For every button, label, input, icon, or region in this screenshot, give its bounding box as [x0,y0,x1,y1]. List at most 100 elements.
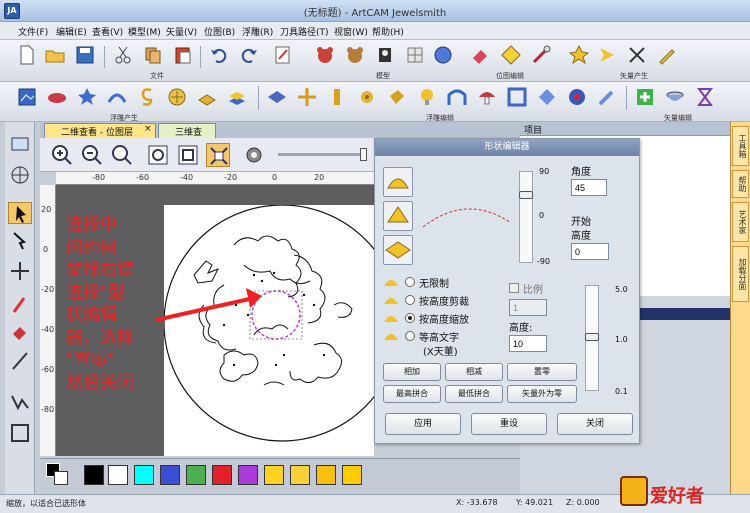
bitmap-tool-1-button[interactable] [470,44,492,66]
vector-edit-1-button[interactable] [634,86,656,108]
menu-edit[interactable]: 编辑(E) [56,25,87,38]
menu-vector[interactable]: 矢量(V) [166,25,197,38]
vector-tool-1-button[interactable] [568,44,590,66]
apply-button[interactable]: 应用 [385,413,461,435]
notes-button[interactable] [272,44,294,66]
zoom-out-button[interactable] [80,143,104,167]
relief-create-4-button[interactable] [106,86,128,108]
clip-height-radio[interactable] [405,295,415,305]
add-button[interactable]: 相加 [383,363,441,381]
pencil-tool[interactable] [8,294,32,316]
relief-edit-10-button[interactable] [536,86,558,108]
vector-tool-2-button[interactable] [596,44,618,66]
rectangle-tool[interactable] [8,422,32,444]
relief-edit-5-button[interactable] [386,86,408,108]
palette-color[interactable] [212,465,232,485]
relief-edit-6-button[interactable] [416,86,438,108]
reset-button[interactable]: 重设 [471,413,547,435]
zero-button[interactable]: 置零 [507,363,577,381]
scale-height-radio[interactable] [405,313,415,323]
close-button[interactable]: 关闭 [557,413,633,435]
new-file-button[interactable] [16,44,38,66]
relief-edit-8-button[interactable] [476,86,498,108]
line-tool[interactable] [8,350,32,372]
palette-color[interactable] [108,465,128,485]
shape-flat-button[interactable] [383,235,413,265]
cut-button[interactable] [112,44,134,66]
vector-edit-3-button[interactable] [694,86,716,108]
angle-input[interactable] [571,179,607,196]
undo-button[interactable] [208,44,230,66]
blend-slider[interactable] [278,153,366,156]
relief-create-5-button[interactable] [136,86,158,108]
paste-button[interactable] [172,44,194,66]
bitmap-tool-2-button[interactable] [500,44,522,66]
palette-color[interactable] [342,465,362,485]
node-edit-tool[interactable] [8,230,32,252]
blend-slider-thumb[interactable] [360,148,367,161]
relief-edit-12-button[interactable] [596,86,618,108]
save-button[interactable] [74,44,96,66]
vector-tool-3-button[interactable] [626,44,648,66]
palette-color[interactable] [84,465,104,485]
model-tool-4-button[interactable] [404,44,426,66]
height-slider-thumb[interactable] [585,333,599,341]
dock-tab-artist[interactable]: 艺术家 [732,202,749,242]
merge-low-button[interactable]: 最低拼合 [445,385,503,403]
menu-relief[interactable]: 浮雕(R) [242,25,273,38]
tab-3d-view[interactable]: 三维查看 [158,123,216,151]
ratio-input[interactable] [509,299,547,316]
zero-outside-vector-button[interactable]: 矢量外为零 [507,385,577,403]
height-input[interactable] [509,335,547,352]
palette-color[interactable] [160,465,180,485]
transform-tool[interactable] [8,260,32,282]
subtract-button[interactable]: 相减 [445,363,503,381]
merge-high-button[interactable]: 最高拼合 [383,385,441,403]
relief-edit-3-button[interactable] [326,86,348,108]
ratio-checkbox[interactable] [509,283,519,293]
globe-tool[interactable] [8,164,32,186]
view-3d-tool[interactable] [8,134,32,156]
palette-color[interactable] [134,465,154,485]
model-canvas[interactable] [163,204,401,456]
contour-text-radio[interactable] [405,331,415,341]
bitmap-tool-3-button[interactable] [530,44,552,66]
polyline-tool[interactable] [8,390,32,412]
model-tool-2-button[interactable] [344,44,366,66]
relief-create-8-button[interactable] [226,86,248,108]
angle-slider-thumb[interactable] [519,191,533,199]
menu-help[interactable]: 帮助(H) [372,25,404,38]
zoom-in-button[interactable] [50,143,74,167]
relief-edit-2-button[interactable] [296,86,318,108]
menu-file[interactable]: 文件(F) [18,25,48,38]
layer-settings-button[interactable] [242,143,266,167]
model-tool-1-button[interactable] [314,44,336,66]
dock-tab-load[interactable]: 加载分面 [732,246,749,302]
menu-bitmap[interactable]: 位图(B) [204,25,235,38]
relief-create-7-button[interactable] [196,86,218,108]
copy-button[interactable] [142,44,164,66]
relief-create-3-button[interactable] [76,86,98,108]
palette-color[interactable] [186,465,206,485]
relief-edit-9-button[interactable] [506,86,528,108]
relief-edit-11-button[interactable] [566,86,588,108]
menu-toolpaths[interactable]: 刀具路径(T) [280,25,329,38]
menu-model[interactable]: 模型(M) [128,25,161,38]
zoom-model-button[interactable] [146,143,170,167]
palette-color[interactable] [238,465,258,485]
zoom-box-button[interactable] [176,143,200,167]
zoom-selection-button[interactable] [206,143,230,167]
menu-view[interactable]: 查看(V) [92,25,123,38]
start-height-input[interactable] [571,243,609,260]
relief-edit-7-button[interactable] [446,86,468,108]
relief-edit-4-button[interactable] [356,86,378,108]
shape-pointed-button[interactable] [383,201,413,231]
open-file-button[interactable] [44,44,66,66]
secondary-color-swatch[interactable] [54,471,68,485]
model-tool-5-button[interactable] [432,44,454,66]
menu-window[interactable]: 视窗(W) [334,25,368,38]
dock-tab-toolbox[interactable]: 工具箱 [732,126,749,166]
palette-color[interactable] [264,465,284,485]
palette-color[interactable] [316,465,336,485]
redo-button[interactable] [238,44,260,66]
